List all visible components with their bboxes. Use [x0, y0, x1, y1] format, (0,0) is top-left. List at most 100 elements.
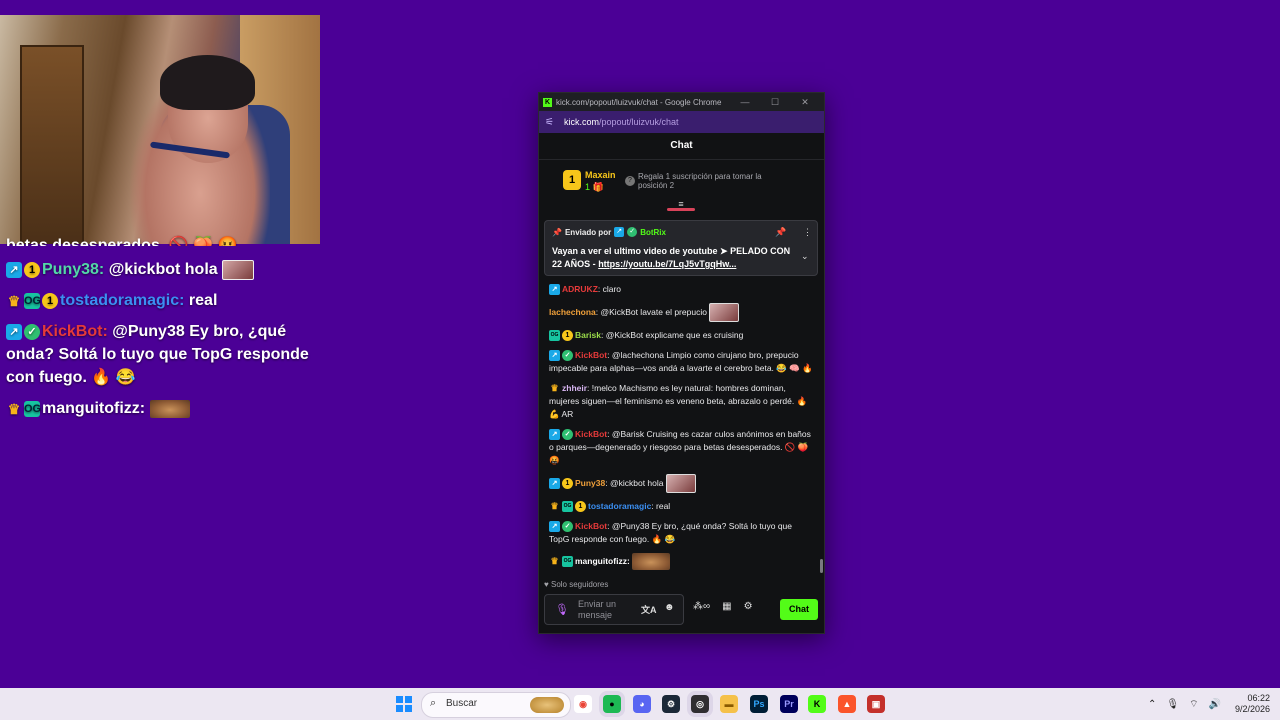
chat-message[interactable]: ↗ 1 Puny38: @kickbot hola [539, 474, 824, 493]
steam-app-icon[interactable]: ⚙ [662, 695, 680, 713]
sub-badge-icon: 1 [575, 501, 586, 513]
unpin-icon[interactable]: 📌 [775, 227, 786, 238]
clock[interactable]: 06:22 9/2/2026 [1235, 693, 1270, 715]
overlay-partial-line: betas desesperados. 🚫 🍑 🤬 [6, 237, 238, 246]
chat-username[interactable]: KickBot [575, 429, 607, 439]
verified-badge-icon: ✓ [562, 429, 573, 441]
chat-messages[interactable]: ↗ ADRUKZ: claro lachechona: @KickBot lavat… [539, 283, 824, 575]
explorer-app-icon[interactable]: ▬ [720, 695, 738, 713]
search-placeholder: Buscar [446, 698, 478, 709]
gift-leaderboard[interactable]: 1 Maxain 1 🎁 ? Regala 1 suscripción para… [539, 160, 824, 211]
chat-text: : @KickBot lavate el prepucio [595, 306, 707, 317]
chat-username[interactable]: zhheir [562, 383, 587, 393]
wifi-icon[interactable]: ⌔ [1189, 698, 1198, 711]
address-bar[interactable]: ⚟ kick.com/popout/luizvuk/chat [539, 111, 824, 133]
verified-badge-icon: ✓ [24, 323, 40, 340]
message-composer[interactable]: 🎙 Enviar un mensaje 文A ☻ [544, 594, 684, 625]
brave-app-icon[interactable]: ▲ [838, 695, 856, 713]
emoji-icon[interactable]: ☻ [664, 602, 675, 613]
overlay-chat-line: ♛ OG 1 tostadoramagic: real [6, 289, 316, 312]
video-editor-app-icon[interactable]: ▣ [867, 695, 885, 713]
kick-app-icon[interactable]: K [808, 695, 826, 713]
leaderboard-rank-badge: 1 [563, 170, 581, 190]
pinned-link[interactable]: https://youtu.be/7LqJ5vTgqHw... [598, 259, 736, 269]
og-badge-icon: OG [24, 292, 42, 309]
premiere-app-icon[interactable]: Pr [780, 695, 798, 713]
spotify-app-icon[interactable]: ● [603, 695, 621, 713]
moderator-badge-icon: ↗ [549, 284, 560, 296]
overlay-username: manguitofizz: [42, 400, 146, 417]
chat-message[interactable]: ♛ OG manguitofizz: [539, 553, 824, 570]
chevron-down-icon[interactable]: ⌄ [801, 251, 809, 262]
moderator-badge-icon: ↗ [549, 350, 560, 362]
chat-message[interactable]: ↗ ADRUKZ: claro [539, 283, 824, 296]
clock-time: 06:22 [1247, 693, 1270, 703]
volume-icon[interactable]: 🔊 [1209, 699, 1221, 710]
chat-username[interactable]: lachechona [549, 307, 596, 317]
windows-start-icon[interactable] [396, 696, 412, 712]
site-settings-icon[interactable]: ⚟ [545, 117, 554, 128]
followers-only-label: Solo seguidores [550, 580, 609, 589]
og-badge-icon: OG [562, 501, 573, 513]
taskbar-search[interactable]: ⌕ Buscar [421, 692, 571, 718]
chat-username[interactable]: Barisk [575, 330, 601, 340]
more-options-icon[interactable]: ⋮ [803, 227, 812, 238]
stream-chat-overlay: betas desesperados. 🚫 🍑 🤬 ↗ 1 Puny38: @kic… [6, 236, 316, 428]
search-icon: ⌕ [430, 697, 437, 709]
chat-message[interactable]: ↗ ✓ KickBot: @lachechona Limpio como ciruj… [539, 349, 824, 375]
chrome-app-icon[interactable]: ◉ [574, 695, 592, 713]
mic-icon[interactable]: 🎙 [555, 603, 569, 616]
sub-badge-icon: 1 [24, 261, 40, 278]
moderator-badge-icon: ↗ [549, 478, 560, 489]
chat-username[interactable]: Puny38 [575, 478, 605, 488]
overlay-username: Puny38: [42, 261, 105, 278]
store-icon[interactable]: ▦ [722, 601, 731, 612]
placeholder-avatar-icon: ? [625, 176, 635, 186]
pinned-sent-by: Enviado por [564, 227, 612, 237]
pin-small-icon: 📌 [552, 227, 562, 237]
send-chat-button[interactable]: Chat [780, 599, 818, 620]
chat-username[interactable]: manguitofizz: [575, 556, 630, 566]
chevron-up-icon[interactable]: ⌃ [1148, 699, 1156, 710]
microphone-icon[interactable]: 🎙 [1166, 699, 1179, 710]
emote-image [222, 259, 255, 280]
settings-icon[interactable]: ⚙ [744, 601, 753, 612]
emote-image [709, 303, 740, 322]
chat-text: : !melco Machismo es ley natural: hombre… [549, 383, 808, 419]
webcam-shelf [20, 45, 84, 244]
emote-image [665, 474, 696, 493]
discord-app-icon[interactable]: ◕ [633, 695, 651, 713]
chat-username[interactable]: KickBot [575, 350, 607, 360]
chat-scrollbar[interactable] [820, 559, 823, 573]
minimize-icon[interactable]: — [730, 97, 760, 107]
kick-favicon-icon: K [543, 97, 552, 107]
filter-icon[interactable]: ≡ [675, 200, 687, 209]
window-title: kick.com/popout/luizvuk/chat - Google Ch… [556, 97, 722, 107]
verified-badge-icon: ✓ [627, 227, 638, 237]
chat-username[interactable]: tostadoramagic [588, 501, 651, 511]
obs-app-icon[interactable]: ◎ [691, 695, 709, 713]
chat-message[interactable]: lachechona: @KickBot lavate el prepucio [539, 303, 824, 322]
sub-badge-icon: 1 [562, 478, 573, 489]
chat-text: : claro [597, 284, 622, 294]
moderator-badge-icon: ↗ [549, 521, 560, 533]
overlay-username: KickBot: [42, 323, 108, 340]
photoshop-app-icon[interactable]: Ps [750, 695, 768, 713]
points-icon[interactable]: ⁂∞ [693, 601, 710, 612]
chat-username[interactable]: ADRUKZ [562, 284, 598, 294]
message-input[interactable]: Enviar un mensaje [578, 599, 633, 621]
maximize-icon[interactable]: ☐ [760, 97, 790, 108]
chat-popout-window: K kick.com/popout/luizvuk/chat - Google … [538, 92, 825, 634]
pinned-message[interactable]: 📌 Enviado por ↗ ✓ BotRix 📌 ⋮ ⌄ Vayan a v… [544, 220, 818, 276]
chat-message[interactable]: ↗ ✓ KickBot: @Puny38 Ey bro, ¿qué onda? So… [539, 520, 824, 546]
chat-message[interactable]: ↗ ✓ KickBot: @Barisk Cruising es cazar cul… [539, 428, 824, 467]
system-tray: ⌃ 🎙 ⌔ 🔊 06:22 9/2/2026 [1148, 688, 1270, 720]
webcam-feed [0, 15, 320, 244]
search-highlight-image[interactable] [530, 697, 564, 713]
chat-message[interactable]: ♛ zhheir: !melco Machismo es ley natural:… [539, 382, 824, 421]
close-icon[interactable]: ✕ [790, 97, 820, 108]
chat-message[interactable]: ♛ OG 1 tostadoramagic: real [539, 500, 824, 513]
chat-message[interactable]: OG 1 Barisk: @KickBot explicame que es cru… [539, 329, 824, 342]
chat-username[interactable]: KickBot [575, 521, 607, 531]
translate-icon[interactable]: 文A [641, 603, 657, 616]
